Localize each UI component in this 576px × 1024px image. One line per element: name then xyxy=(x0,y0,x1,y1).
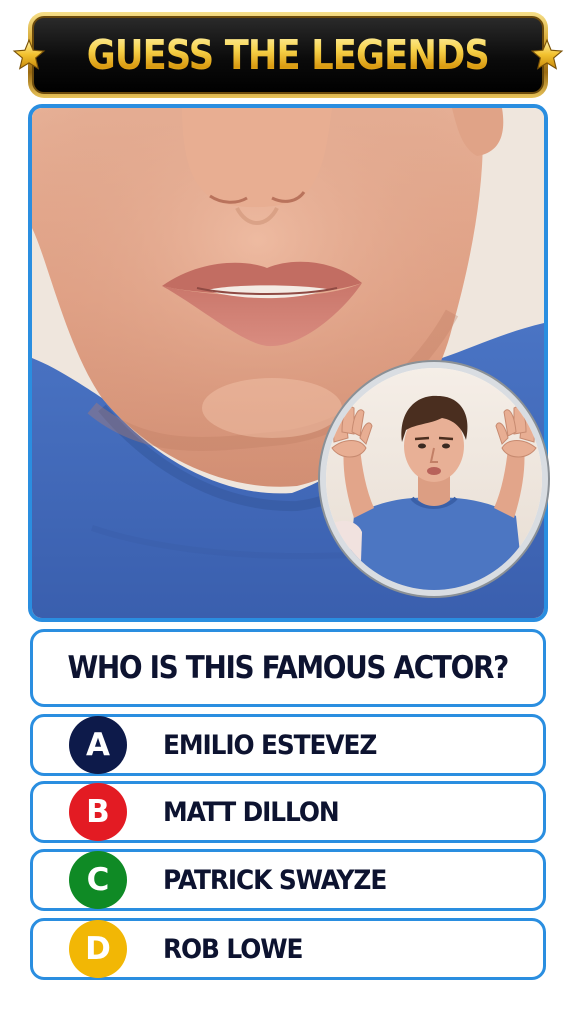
title-banner: GUESS THE LEGENDS xyxy=(12,12,564,98)
question-box: WHO IS THIS FAMOUS ACTOR? xyxy=(30,629,546,707)
page-title: GUESS THE LEGENDS xyxy=(86,31,490,79)
answer-badge-d: D xyxy=(69,920,127,978)
inset-photo xyxy=(320,362,548,596)
answer-option-a[interactable]: A EMILIO ESTEVEZ xyxy=(30,714,546,776)
title-banner-inner: GUESS THE LEGENDS xyxy=(12,16,564,94)
star-icon xyxy=(12,37,46,73)
answer-label-d: ROB LOWE xyxy=(163,933,304,965)
answer-label-c: PATRICK SWAYZE xyxy=(163,864,387,896)
answer-option-d[interactable]: D ROB LOWE xyxy=(30,918,546,980)
answer-label-b: MATT DILLON xyxy=(163,796,340,828)
answer-label-a: EMILIO ESTEVEZ xyxy=(163,729,377,761)
answer-badge-b: B xyxy=(69,783,127,841)
star-icon xyxy=(530,37,564,73)
answer-badge-a: A xyxy=(69,716,127,774)
answer-badge-c: C xyxy=(69,851,127,909)
question-text: WHO IS THIS FAMOUS ACTOR? xyxy=(67,650,510,686)
answer-option-b[interactable]: B MATT DILLON xyxy=(30,781,546,843)
answer-option-c[interactable]: C PATRICK SWAYZE xyxy=(30,849,546,911)
quiz-page: GUESS THE LEGENDS WHO IS THIS FAMOUS ACT… xyxy=(0,0,576,1024)
